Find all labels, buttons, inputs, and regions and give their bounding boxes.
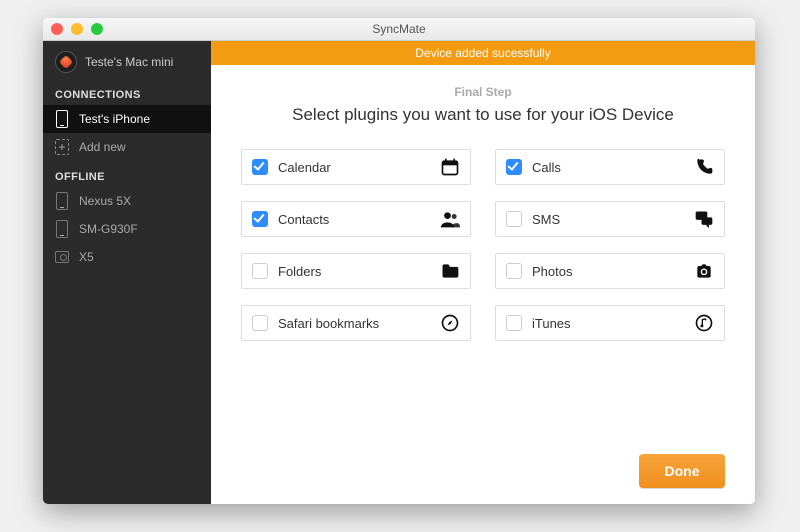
sidebar-item-label: Add new xyxy=(79,140,126,154)
music-note-icon xyxy=(694,313,714,333)
sidebar-item-label: Test's iPhone xyxy=(79,112,150,126)
sidebar-item-nexus-5x[interactable]: Nexus 5X xyxy=(43,187,211,215)
phone-icon xyxy=(55,110,69,128)
sidebar-item-sm-g930f[interactable]: SM-G930F xyxy=(43,215,211,243)
plugin-itunes[interactable]: iTunes xyxy=(495,305,725,341)
chat-icon xyxy=(694,209,714,229)
camera-icon xyxy=(55,248,69,266)
plugin-calendar-checkbox[interactable] xyxy=(252,159,268,175)
sidebar-section-connections: CONNECTIONS xyxy=(43,85,211,105)
sidebar-item-add-new[interactable]: + Add new xyxy=(43,133,211,161)
footer: Done xyxy=(241,434,725,488)
plugin-label: SMS xyxy=(532,212,684,227)
content: Final Step Select plugins you want to us… xyxy=(211,65,755,504)
plugin-label: Contacts xyxy=(278,212,430,227)
success-banner: Device added sucessfully xyxy=(211,41,755,65)
plugin-safari-bookmarks[interactable]: Safari bookmarks xyxy=(241,305,471,341)
plugin-photos-checkbox[interactable] xyxy=(506,263,522,279)
plugin-calls[interactable]: Calls xyxy=(495,149,725,185)
plugin-safari-bookmarks-checkbox[interactable] xyxy=(252,315,268,331)
profile-name: Teste's Mac mini xyxy=(85,55,173,69)
main-panel: Device added sucessfully Final Step Sele… xyxy=(211,41,755,504)
step-label: Final Step xyxy=(241,85,725,99)
sidebar-section-offline: OFFLINE xyxy=(43,167,211,187)
sidebar-item-label: Nexus 5X xyxy=(79,194,131,208)
sidebar-profile[interactable]: Teste's Mac mini xyxy=(43,41,211,85)
plugin-grid: Calendar Calls xyxy=(241,149,725,341)
plugin-label: Calendar xyxy=(278,160,430,175)
sidebar-item-label: SM-G930F xyxy=(79,222,138,236)
phone-call-icon xyxy=(694,157,714,177)
plugin-calls-checkbox[interactable] xyxy=(506,159,522,175)
window-title: SyncMate xyxy=(43,18,755,40)
add-icon: + xyxy=(55,138,69,156)
sidebar-item-x5[interactable]: X5 xyxy=(43,243,211,271)
titlebar: SyncMate xyxy=(43,18,755,41)
contacts-icon xyxy=(440,209,460,229)
phone-icon xyxy=(55,220,69,238)
plugin-contacts-checkbox[interactable] xyxy=(252,211,268,227)
sidebar: Teste's Mac mini CONNECTIONS Test's iPho… xyxy=(43,41,211,504)
plugin-folders-checkbox[interactable] xyxy=(252,263,268,279)
sidebar-item-tests-iphone[interactable]: Test's iPhone xyxy=(43,105,211,133)
plugin-photos[interactable]: Photos xyxy=(495,253,725,289)
plugin-contacts[interactable]: Contacts xyxy=(241,201,471,237)
compass-icon xyxy=(440,313,460,333)
calendar-icon xyxy=(440,157,460,177)
page-headline: Select plugins you want to use for your … xyxy=(241,105,725,125)
plugin-calendar[interactable]: Calendar xyxy=(241,149,471,185)
plugin-folders[interactable]: Folders xyxy=(241,253,471,289)
phone-icon xyxy=(55,192,69,210)
plugin-label: Photos xyxy=(532,264,684,279)
done-button[interactable]: Done xyxy=(639,454,725,488)
app-body: Teste's Mac mini CONNECTIONS Test's iPho… xyxy=(43,41,755,504)
camera-icon xyxy=(694,261,714,281)
plugin-sms[interactable]: SMS xyxy=(495,201,725,237)
profile-avatar-icon xyxy=(55,51,77,73)
folder-icon xyxy=(440,261,460,281)
plugin-label: iTunes xyxy=(532,316,684,331)
plugin-itunes-checkbox[interactable] xyxy=(506,315,522,331)
plugin-sms-checkbox[interactable] xyxy=(506,211,522,227)
sidebar-item-label: X5 xyxy=(79,250,94,264)
app-window: SyncMate Teste's Mac mini CONNECTIONS Te… xyxy=(43,18,755,504)
plugin-label: Folders xyxy=(278,264,430,279)
plugin-label: Calls xyxy=(532,160,684,175)
plugin-label: Safari bookmarks xyxy=(278,316,430,331)
